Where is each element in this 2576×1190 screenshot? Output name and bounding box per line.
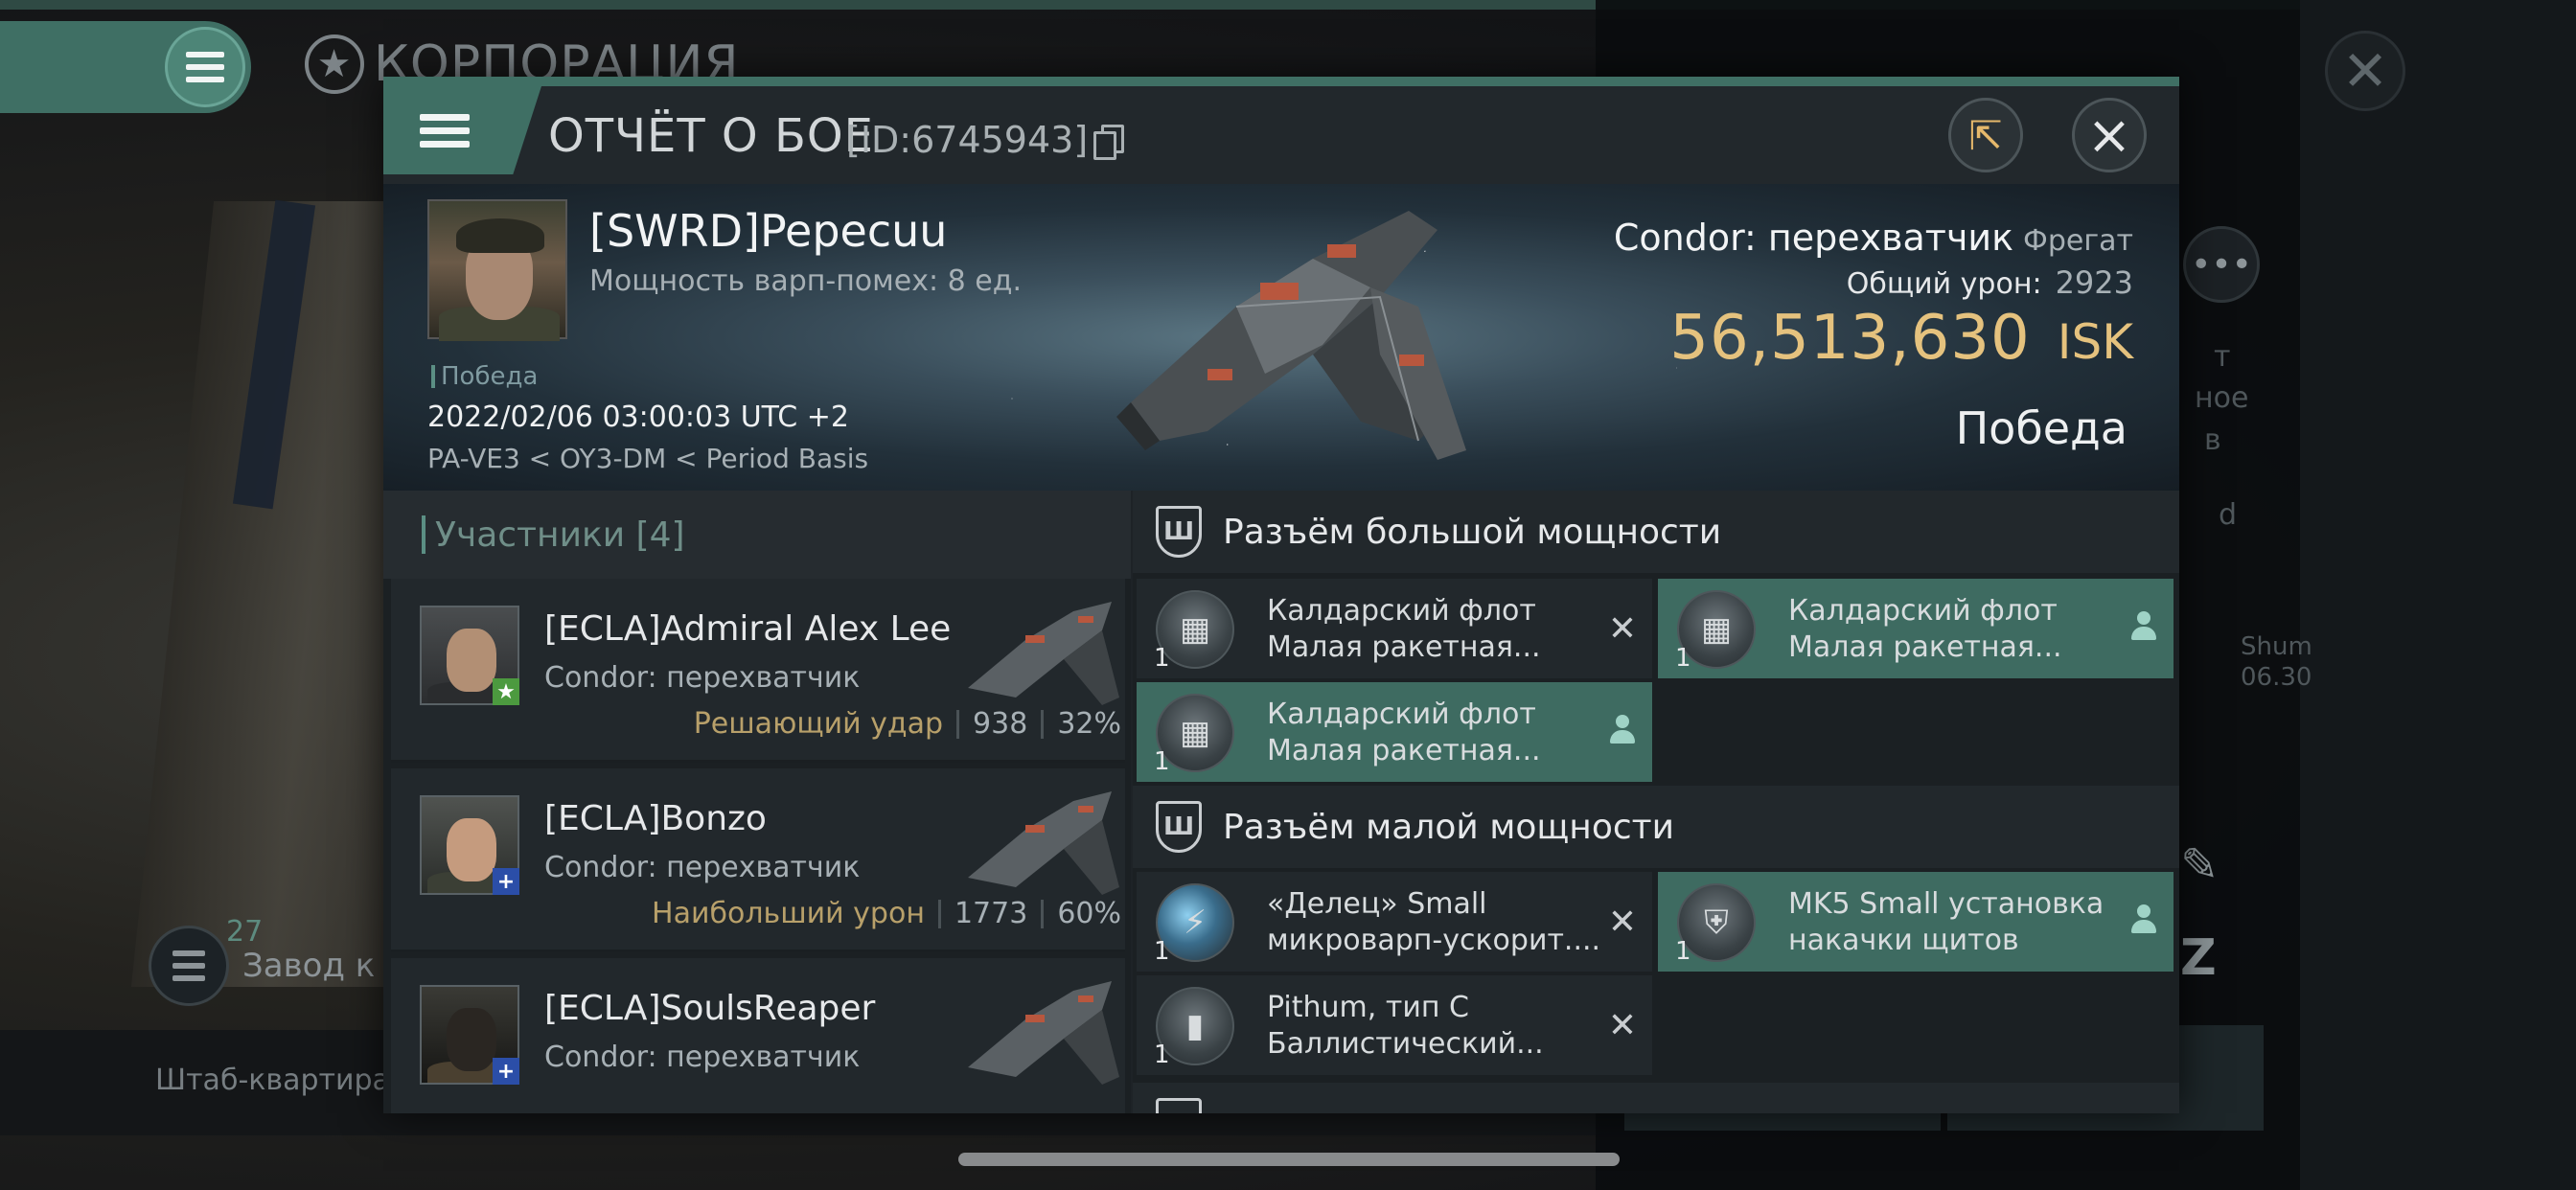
sort-icon[interactable]: Z [2180,929,2234,987]
participant-row[interactable]: ★ [ECLA]Admiral Alex Lee Condor: перехва… [391,579,1125,763]
close-icon: × [2086,103,2132,167]
side-text: т [2214,340,2231,374]
participant-ship: Condor: перехватчик [544,1041,861,1074]
copy-icon[interactable] [1093,125,1125,160]
close-button[interactable]: × [2072,98,2147,172]
menu-icon [149,926,229,1006]
module-item[interactable]: ⛨ 1 MK5 Small установка накачки щитов [1658,872,2174,972]
destroyed-icon: ✕ [1607,609,1637,649]
share-icon: ⇱ [1968,111,2003,159]
participant-ship: Condor: перехватчик [544,851,861,884]
low-slot-header: Ш Разъём малой мощности [1133,786,2179,868]
hq-label: Штаб-квартира К [155,1064,420,1097]
participant-ship-image [968,602,1119,705]
module-item[interactable]: ▮ 1 Pithum, тип C Баллистический... ✕ [1137,975,1652,1075]
victim-ship-type[interactable]: Condor: перехватчик Фрегат [1614,217,2133,259]
warp-scramble-strength: Мощность варп-помех: 8 ед. [589,264,1023,298]
background-close-button[interactable]: ✕ [2325,31,2405,111]
corp-menu-button[interactable] [0,21,251,113]
home-indicator[interactable] [958,1153,1620,1166]
star-icon: ★ [305,34,364,94]
plus-badge-icon: + [493,1058,519,1085]
next-slot-header: Ш [1133,1083,2179,1113]
menu-icon [420,113,470,148]
dropped-person-icon [2128,609,2160,648]
factory-item[interactable]: Завод к [149,926,375,1006]
participant-ship: Condor: перехватчик [544,661,861,695]
more-options-button[interactable]: ••• [2183,226,2260,303]
side-text: в [2204,423,2221,457]
module-item[interactable]: ▦ 1 Калдарский флот Малая ракетная... [1658,579,2174,678]
participant-name: [ECLA]SoulsReaper [544,989,876,1028]
side-text: Shum [2241,632,2312,661]
dropped-person-icon [1606,713,1639,751]
participant-stats: Решающий удар 938 32% [693,707,1121,741]
star-badge-icon: ★ [493,678,519,705]
share-button[interactable]: ⇱ [1948,98,2023,172]
module-item[interactable]: ⚡ 1 «Делец» Small микроварп-ускорит.... … [1137,872,1652,972]
plus-badge-icon: + [493,868,519,895]
high-slot-header: Ш Разъём большой мощности [1133,491,2179,573]
participant-name: [ECLA]Admiral Alex Lee [544,609,952,649]
participant-row[interactable]: + [ECLA]SoulsReaper Condor: перехватчик [391,958,1125,1113]
kill-datetime: 2022/02/06 03:00:03 UTC +2 [427,400,849,434]
right-panel-edge [2300,0,2576,1190]
victim-portrait[interactable] [427,199,567,341]
side-text: ное [2195,381,2249,415]
participants-header: Участники [4] [383,491,1131,579]
menu-icon [165,27,245,107]
result-label: Победа [1955,402,2128,454]
victim-status: Победа [431,362,538,391]
module-item[interactable]: ▦ 1 Калдарский флот Малая ракетная... [1137,682,1652,782]
high-slot-icon: Ш [1156,506,1202,558]
destroyed-icon: ✕ [1607,903,1637,942]
total-damage: Общий урон: 2923 [1846,264,2133,301]
fittings-panel: Ш Разъём большой мощности ▦ 1 Калдарский… [1133,491,2179,1113]
destroyed-icon: ✕ [1607,1006,1637,1045]
low-slot-icon: Ш [1156,801,1202,853]
isk-value: 56,513,630 ISK [1669,303,2133,374]
modal-accent-line [383,77,2179,86]
victim-ship-image[interactable] [1092,192,1476,479]
kill-location[interactable]: PA-VE3 < OY3-DM < Period Basis [427,443,868,474]
participant-ship-image [968,981,1119,1085]
slot-icon: Ш [1156,1098,1202,1113]
dropped-person-icon [2128,903,2160,941]
module-item[interactable]: ▦ 1 Калдарский флот Малая ракетная... ✕ [1137,579,1652,678]
participant-stats: Наибольший урон 1773 60% [652,897,1121,930]
combat-report-modal: ОТЧЁТ О БОЕ [ID:6745943] ⇱ × [SWRD]Pepec… [383,77,2179,1113]
victim-name[interactable]: [SWRD]Pepecuu [589,205,947,257]
victim-banner: [SWRD]Pepecuu Мощность варп-помех: 8 ед.… [383,184,2179,491]
side-text: d [2219,498,2238,532]
participants-panel: Участники [4] ★ [ECLA]Admiral Alex Lee C… [383,491,1131,1113]
report-id[interactable]: [ID:6745943] [846,119,1125,161]
participant-row[interactable]: + [ECLA]Bonzo Condor: перехватчик Наибол… [391,768,1125,952]
modal-title: ОТЧЁТ О БОЕ [548,109,874,163]
participant-ship-image [968,791,1119,895]
side-text: 06.30 [2241,663,2312,692]
participant-name: [ECLA]Bonzo [544,799,767,838]
edit-icon[interactable]: ✎ [2180,838,2234,892]
